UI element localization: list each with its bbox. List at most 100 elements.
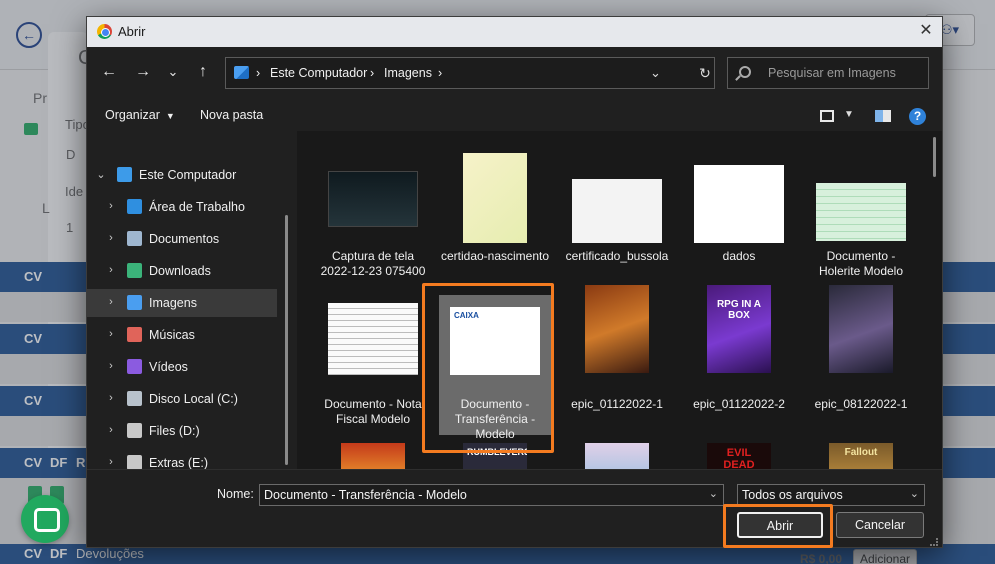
sidebar-item-pictures[interactable]: › Imagens: [87, 289, 277, 317]
breadcrumb-chevron-icon[interactable]: ›: [438, 66, 442, 80]
file-item[interactable]: EVIL DEAD: [683, 443, 795, 469]
file-item[interactable]: certificado_bussola: [561, 145, 673, 285]
address-bar[interactable]: › Este Computador › Imagens › ⌄ ↻: [225, 57, 715, 89]
thumbnail-caption: Fallout: [844, 447, 878, 458]
file-grid: Captura de tela 2022-12-23 075400 certida…: [297, 131, 942, 469]
sidebar-scrollbar[interactable]: [285, 215, 288, 465]
cancel-button[interactable]: Cancelar: [836, 512, 924, 538]
new-folder-button[interactable]: Nova pasta: [200, 108, 263, 122]
file-name: dados: [722, 249, 756, 263]
resize-grip-icon[interactable]: [930, 538, 938, 546]
sidebar-item-label: Downloads: [149, 264, 211, 278]
file-name: Documento - Holerite Modelo: [818, 249, 904, 278]
computer-icon: [117, 167, 132, 182]
chevron-down-icon[interactable]: ⌄: [910, 487, 919, 500]
desktop-icon: [127, 199, 142, 214]
breadcrumb-chevron-icon[interactable]: ›: [256, 66, 260, 80]
sidebar-item-drive-c[interactable]: › Disco Local (C:): [87, 385, 277, 413]
file-thumbnail: Fallout: [829, 443, 893, 469]
selected-file-highlight: [422, 283, 554, 453]
open-file-dialog: Abrir ✕ ← → ⌄ ↑ › Este Computador › Imag…: [86, 16, 943, 548]
chevron-down-icon[interactable]: ⌄: [95, 168, 107, 181]
caret-down-icon: ▼: [165, 111, 175, 121]
dialog-footer: Nome: Documento - Transferência - Modelo…: [87, 469, 942, 548]
file-name: certidao-nascimento: [440, 249, 550, 263]
organize-label: Organizar: [105, 108, 160, 122]
documents-icon: [127, 231, 142, 246]
breadcrumb-imagens[interactable]: Imagens: [384, 66, 432, 80]
download-icon: [127, 263, 142, 278]
organize-menu-button[interactable]: Organizar ▼: [105, 108, 175, 122]
file-thumbnail: [328, 171, 418, 227]
file-item[interactable]: [317, 443, 429, 469]
file-item[interactable]: RPG IN A BOX epic_01122022-2: [683, 285, 795, 435]
chevron-right-icon[interactable]: ›: [105, 456, 117, 468]
sidebar-item-drive-d[interactable]: › Files (D:): [87, 417, 277, 445]
file-item[interactable]: Documento - Nota Fiscal Modelo: [317, 295, 429, 435]
chevron-right-icon[interactable]: ›: [105, 232, 117, 244]
file-item[interactable]: epic_08122022-1: [805, 285, 917, 435]
file-item[interactable]: certidao-nascimento: [439, 145, 551, 285]
sidebar-item-label: Disco Local (C:): [149, 392, 238, 406]
chevron-right-icon[interactable]: ›: [105, 200, 117, 212]
filename-value: Documento - Transferência - Modelo: [264, 488, 467, 502]
recent-locations-chevron-icon[interactable]: ⌄: [161, 60, 185, 84]
preview-pane-icon[interactable]: [875, 110, 891, 122]
chevron-right-icon[interactable]: ›: [105, 424, 117, 436]
sidebar-item-videos[interactable]: › Vídeos: [87, 353, 277, 381]
chevron-right-icon[interactable]: ›: [105, 328, 117, 340]
sidebar-item-desktop[interactable]: › Área de Trabalho: [87, 193, 277, 221]
file-thumbnail: [463, 153, 527, 243]
file-item[interactable]: Documento - Holerite Modelo: [805, 145, 917, 285]
navigation-bar: ← → ⌄ ↑ › Este Computador › Imagens › ⌄ …: [87, 47, 942, 97]
refresh-icon[interactable]: ↻: [696, 64, 714, 82]
chevron-right-icon[interactable]: ›: [105, 360, 117, 372]
chat-icon[interactable]: [21, 495, 69, 543]
breadcrumb-chevron-icon[interactable]: ›: [370, 66, 374, 80]
sidebar-item-label: Área de Trabalho: [149, 200, 245, 214]
view-options-caret-icon[interactable]: ▼: [844, 109, 854, 120]
music-icon: [127, 327, 142, 342]
file-type-select[interactable]: Todos os arquivos ⌄: [737, 484, 925, 506]
file-item[interactable]: [561, 443, 673, 469]
sidebar-item-label: Extras (E:): [149, 456, 209, 470]
file-name: epic_01122022-1: [571, 397, 663, 411]
sidebar-item-label: Documentos: [149, 232, 220, 246]
chevron-right-icon[interactable]: ›: [105, 296, 117, 308]
file-type-value: Todos os arquivos: [742, 488, 843, 502]
address-history-dropdown-icon[interactable]: ⌄: [650, 65, 661, 81]
chevron-down-icon[interactable]: ⌄: [709, 487, 718, 500]
breadcrumb-este-computador[interactable]: Este Computador: [270, 66, 367, 80]
chevron-right-icon[interactable]: ›: [105, 392, 117, 404]
sidebar-item-music[interactable]: › Músicas: [87, 321, 277, 349]
help-icon[interactable]: ?: [909, 108, 926, 125]
videos-icon: [127, 359, 142, 374]
sidebar-item-computer[interactable]: ⌄ Este Computador: [87, 161, 277, 189]
chrome-logo-icon: [97, 24, 112, 39]
forward-icon[interactable]: →: [131, 60, 155, 84]
file-grid-scrollbar[interactable]: [933, 137, 936, 177]
view-mode-icon[interactable]: [820, 110, 834, 122]
file-item[interactable]: Fallout: [805, 443, 917, 469]
file-thumbnail: [585, 443, 649, 469]
file-thumbnail: [328, 303, 418, 375]
file-name: certificado_bussola: [565, 249, 669, 263]
search-box[interactable]: [727, 57, 929, 89]
sidebar-item-download[interactable]: › Downloads: [87, 257, 277, 285]
file-item[interactable]: Captura de tela 2022-12-23 075400: [317, 145, 429, 285]
back-icon[interactable]: ←: [97, 60, 121, 84]
sidebar-item-documents[interactable]: › Documentos: [87, 225, 277, 253]
filename-input[interactable]: Documento - Transferência - Modelo ⌄: [259, 484, 724, 506]
chevron-right-icon[interactable]: ›: [105, 264, 117, 276]
file-item[interactable]: dados: [683, 145, 795, 285]
file-thumbnail: [572, 179, 662, 243]
file-item[interactable]: epic_01122022-1: [561, 285, 673, 435]
close-icon[interactable]: ✕: [915, 20, 937, 42]
file-thumbnail: RPG IN A BOX: [707, 285, 771, 373]
open-button-highlight: [723, 504, 833, 548]
sidebar-item-label: Este Computador: [139, 168, 237, 182]
up-folder-icon[interactable]: ↑: [191, 60, 215, 84]
sidebar-item-label: Vídeos: [149, 360, 188, 374]
thumbnail-caption: EVIL DEAD: [723, 447, 755, 469]
search-input[interactable]: [768, 65, 923, 81]
